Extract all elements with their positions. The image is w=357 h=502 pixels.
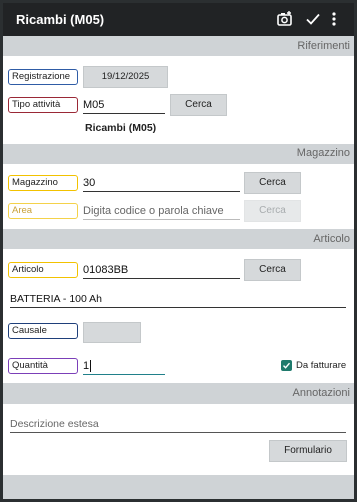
section-header-riferimenti: Riferimenti — [3, 38, 354, 55]
app-screen: Ricambi (M05) Riferimenti Registrazione — [3, 3, 354, 499]
quantita-input[interactable]: 1 — [83, 359, 165, 375]
tipo-attivita-description: Ricambi (M05) — [85, 122, 157, 134]
section-header-annotazioni: Annotazioni — [3, 385, 354, 402]
section-header-articolo: Articolo — [3, 231, 354, 248]
descrizione-estesa-input[interactable]: Descrizione estesa — [10, 417, 346, 433]
panel-magazzino: Magazzino 30 Cerca Area Digita codice o … — [3, 164, 354, 229]
magazzino-input[interactable]: 30 — [83, 176, 240, 192]
top-app-bar: Ricambi (M05) — [3, 3, 354, 36]
causale-label: Causale — [8, 323, 78, 339]
quantita-label: Quantità — [8, 358, 78, 374]
section-header-magazzino: Magazzino — [3, 145, 354, 162]
text-cursor — [90, 360, 92, 373]
magazzino-label: Magazzino — [8, 175, 78, 191]
tipo-attivita-cerca-button[interactable]: Cerca — [170, 94, 227, 116]
checkmark-icon — [283, 362, 291, 369]
page-title: Ricambi (M05) — [16, 12, 105, 27]
area-input[interactable]: Digita codice o parola chiave — [83, 204, 240, 220]
more-vert-icon[interactable] — [329, 10, 339, 28]
articolo-cerca-button[interactable]: Cerca — [244, 259, 301, 281]
panel-articolo: Articolo 01083BB Cerca BATTERIA - 100 Ah… — [3, 249, 354, 383]
articolo-input[interactable]: 01083BB — [83, 263, 240, 279]
panel-riferimenti: Registrazione 19/12/2025 Tipo attività M… — [3, 56, 354, 144]
tipo-attivita-input[interactable]: M05 — [83, 98, 165, 114]
registrazione-date-button[interactable]: 19/12/2025 — [83, 66, 168, 88]
da-fatturare-checkbox[interactable] — [281, 360, 292, 371]
device-frame: Ricambi (M05) Riferimenti Registrazione — [0, 0, 357, 502]
check-icon[interactable] — [304, 10, 322, 28]
camera-add-icon[interactable] — [276, 10, 294, 28]
area-label: Area — [8, 203, 78, 219]
magazzino-cerca-button[interactable]: Cerca — [244, 172, 301, 194]
articolo-label: Articolo — [8, 262, 78, 278]
formulario-button[interactable]: Formulario — [269, 440, 347, 462]
da-fatturare-label: Da fatturare — [296, 360, 347, 371]
quantita-value: 1 — [83, 360, 90, 372]
area-cerca-button[interactable]: Cerca — [244, 200, 301, 222]
tipo-attivita-label: Tipo attività — [8, 97, 78, 113]
articolo-description: BATTERIA - 100 Ah — [10, 292, 346, 308]
panel-annotazioni: Descrizione estesa Formulario — [3, 404, 354, 475]
registrazione-label: Registrazione — [8, 69, 78, 85]
causale-button[interactable] — [83, 322, 141, 343]
